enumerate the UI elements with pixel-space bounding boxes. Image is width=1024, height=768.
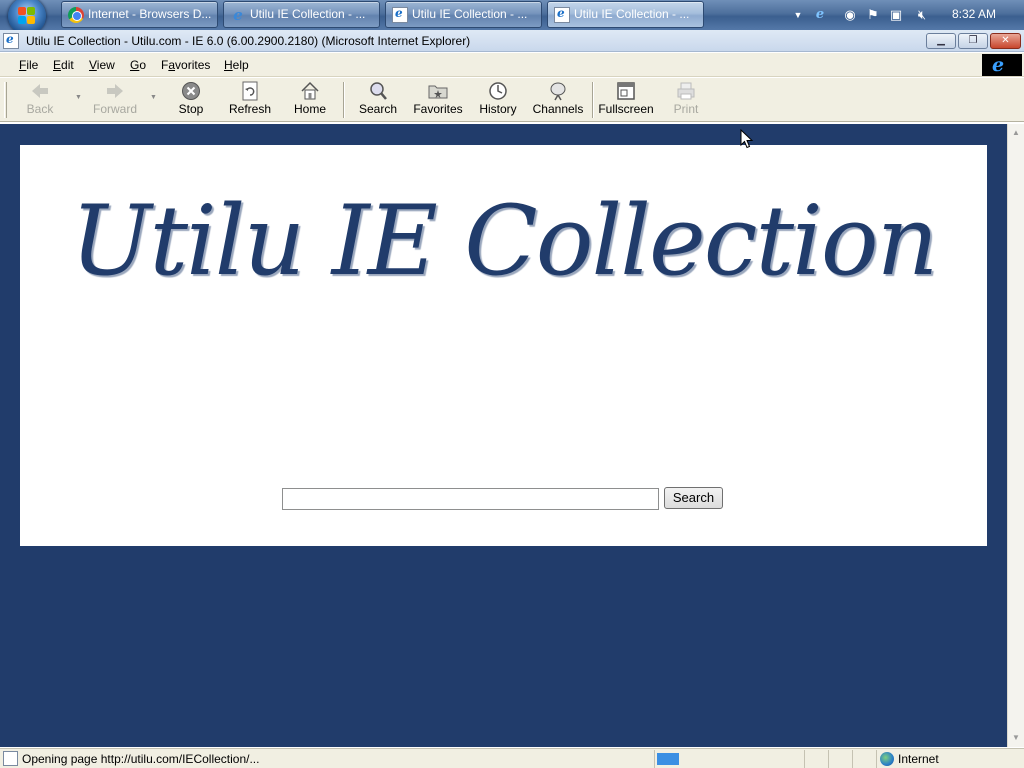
menu-favorites[interactable]: Favorites: [161, 58, 210, 72]
taskbar-item-label: Utilu IE Collection - ...: [574, 7, 690, 21]
ie-throbber: e: [982, 54, 1022, 76]
menu-go[interactable]: Go: [130, 58, 146, 72]
taskbar-item-label: Utilu IE Collection - ...: [412, 7, 528, 21]
clock[interactable]: 8:32 AM: [952, 7, 996, 21]
fullscreen-icon: [617, 82, 635, 100]
globe-icon: [880, 752, 894, 766]
search-submit-button[interactable]: Search: [664, 487, 723, 509]
taskbar-item-label: Utilu IE Collection - ...: [250, 7, 366, 21]
ie-page-icon: [392, 6, 408, 23]
history-button[interactable]: History: [468, 80, 528, 120]
vertical-scrollbar[interactable]: ▲ ▼: [1007, 124, 1024, 747]
ie-tray-icon[interactable]: e: [812, 7, 828, 23]
taskbar-item-ie-1[interactable]: e Utilu IE Collection - ...: [223, 1, 380, 28]
favorites-button[interactable]: Favorites: [408, 80, 468, 120]
favorites-folder-icon: [428, 85, 448, 99]
ie-page-icon: [554, 6, 570, 23]
home-icon: [301, 81, 319, 100]
forward-arrow-icon: [107, 84, 123, 98]
restore-button[interactable]: ❐: [958, 33, 988, 49]
refresh-icon: [242, 81, 258, 101]
forward-dropdown-icon[interactable]: ▼: [150, 94, 157, 101]
back-button[interactable]: Back: [10, 80, 70, 120]
taskbar: Internet - Browsers D... e Utilu IE Coll…: [0, 0, 1024, 35]
taskbar-item-ie-2[interactable]: Utilu IE Collection - ...: [385, 1, 542, 28]
status-panel: [852, 750, 874, 768]
taskbar-item-ie-3[interactable]: Utilu IE Collection - ...: [547, 1, 704, 28]
window-title: Utilu IE Collection - Utilu.com - IE 6.0…: [26, 34, 471, 48]
back-dropdown-icon[interactable]: ▼: [75, 94, 82, 101]
home-button[interactable]: Home: [280, 80, 340, 120]
chevron-down-icon[interactable]: ▼: [790, 7, 806, 23]
toolbar: Back ▼ Forward ▼ Stop Refresh Home Searc…: [0, 78, 1024, 122]
page-viewport: Utilu IE Collection Search: [0, 124, 1007, 747]
status-bar: Opening page http://utilu.com/IECollecti…: [0, 748, 1024, 768]
search-input[interactable]: [282, 488, 659, 510]
window-titlebar: Utilu IE Collection - Utilu.com - IE 6.0…: [0, 30, 1024, 52]
content-panel: Utilu IE Collection Search: [20, 145, 987, 546]
stop-button[interactable]: Stop: [161, 80, 221, 120]
progress-bar: [657, 753, 679, 765]
flag-icon[interactable]: ⚑: [865, 7, 881, 23]
ie-icon: e: [233, 6, 243, 24]
ie-logo-icon: e: [992, 54, 1005, 76]
status-text: Opening page http://utilu.com/IECollecti…: [22, 752, 260, 766]
taskbar-item-browsers[interactable]: Internet - Browsers D...: [61, 1, 218, 28]
channels-satellite-icon: [550, 82, 566, 101]
network-icon[interactable]: ▣: [888, 7, 904, 23]
circle-app-icon[interactable]: ◉: [842, 7, 858, 23]
toolbar-separator: [343, 82, 345, 118]
security-zone: Internet: [898, 752, 939, 766]
menu-bar: File Edit View Go Favorites Help: [0, 53, 1024, 77]
forward-button[interactable]: Forward: [85, 80, 145, 120]
status-panel: [828, 750, 850, 768]
back-arrow-icon: [32, 84, 48, 98]
minimize-button[interactable]: ▁: [926, 33, 956, 49]
fullscreen-button[interactable]: Fullscreen: [596, 80, 656, 120]
search-button[interactable]: Search: [348, 80, 408, 120]
menu-edit[interactable]: Edit: [53, 58, 74, 72]
history-icon: [489, 82, 507, 100]
chrome-icon: [68, 7, 84, 23]
stop-icon: [182, 82, 200, 100]
channels-button[interactable]: Channels: [528, 80, 588, 120]
site-logo: Utilu IE Collection: [70, 185, 939, 297]
scroll-down-icon[interactable]: ▼: [1012, 733, 1020, 742]
refresh-button[interactable]: Refresh: [220, 80, 280, 120]
scroll-up-icon[interactable]: ▲: [1012, 128, 1020, 137]
ie-page-icon: [3, 32, 19, 49]
print-button[interactable]: Print: [656, 80, 716, 120]
mouse-cursor-icon: [740, 129, 754, 149]
menu-help[interactable]: Help: [224, 58, 249, 72]
search-icon: [370, 82, 387, 100]
status-panel: [804, 750, 826, 768]
taskbar-item-label: Internet - Browsers D...: [88, 7, 212, 21]
page-loading-icon: [3, 751, 18, 766]
menu-view[interactable]: View: [89, 58, 115, 72]
printer-icon: [677, 82, 695, 100]
toolbar-separator: [592, 82, 594, 118]
toolbar-grip[interactable]: [4, 82, 7, 118]
menu-file[interactable]: File: [19, 58, 38, 72]
close-button[interactable]: ✕: [990, 33, 1021, 49]
windows-logo-icon: [18, 7, 36, 25]
volume-muted-icon[interactable]: 🔇︎: [914, 7, 930, 23]
